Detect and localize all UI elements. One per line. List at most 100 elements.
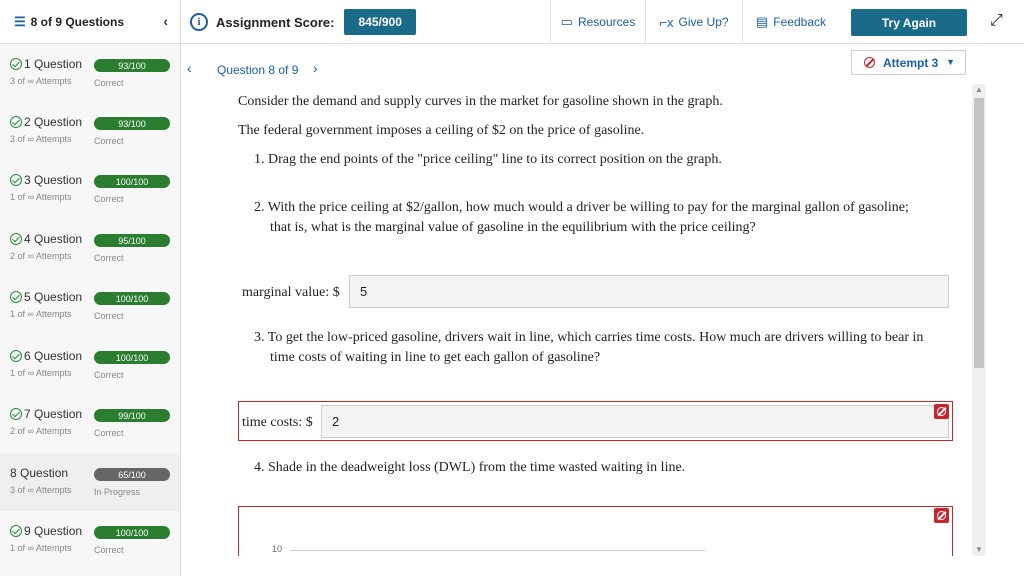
check-icon: [10, 291, 22, 303]
expand-icon[interactable]: ⤢: [990, 12, 1003, 30]
question-title: 1 Question: [24, 57, 83, 71]
sidebar-item-question-6[interactable]: 6 Question 1 of ∞ Attempts 100/100 Corre…: [0, 336, 180, 394]
marginal-value-label: marginal value: $: [242, 285, 340, 300]
status-text: Correct: [94, 545, 124, 555]
check-icon: [10, 58, 22, 70]
attempts-count: 3 of ∞ Attempts: [10, 76, 72, 86]
attempts-count: 1 of ∞ Attempts: [10, 309, 72, 319]
give-up-icon: ⌐x: [659, 14, 674, 30]
collapse-sidebar-icon[interactable]: ‹: [163, 13, 168, 29]
score-pill: 95/100: [94, 234, 170, 247]
sidebar-item-question-9[interactable]: 9 Question 1 of ∞ Attempts 100/100 Corre…: [0, 511, 180, 569]
question-title: 5 Question: [24, 290, 83, 304]
score-pill: 100/100: [94, 526, 170, 539]
attempt-dropdown[interactable]: Attempt 3 ▼: [851, 50, 966, 75]
check-icon: [10, 408, 22, 420]
question-sidebar: 1 Question 3 of ∞ Attempts 93/100 Correc…: [0, 44, 181, 576]
check-icon: [10, 174, 22, 186]
error-icon: [934, 508, 949, 523]
check-icon: [10, 525, 22, 537]
attempts-count: 2 of ∞ Attempts: [10, 251, 72, 261]
attempts-count: 3 of ∞ Attempts: [10, 485, 72, 495]
check-icon: [10, 233, 22, 245]
scroll-up-icon[interactable]: ▲: [975, 85, 983, 94]
graph-y-tick: 10: [272, 544, 283, 554]
part-3-line-1: 3. To get the low-priced gasoline, drive…: [254, 330, 924, 345]
content-scrollbar[interactable]: ▲ ▼: [972, 84, 986, 556]
question-title: 9 Question: [24, 524, 83, 538]
incorrect-icon: [864, 57, 875, 68]
attempts-count: 1 of ∞ Attempts: [10, 543, 72, 553]
attempts-count: 1 of ∞ Attempts: [10, 368, 72, 378]
status-text: Correct: [94, 428, 124, 438]
score-pill: 93/100: [94, 117, 170, 130]
give-up-button[interactable]: ⌐x Give Up?: [645, 0, 742, 44]
marginal-value-input[interactable]: 5: [349, 275, 949, 308]
folder-icon: ▭: [560, 14, 573, 29]
score-pill: 93/100: [94, 59, 170, 72]
sidebar-item-question-3[interactable]: 3 Question 1 of ∞ Attempts 100/100 Corre…: [0, 160, 180, 218]
question-nav-title: Question 8 of 9: [217, 63, 299, 77]
sidebar-item-question-8[interactable]: 8 Question 3 of ∞ Attempts 65/100 In Pro…: [0, 453, 180, 511]
scrollbar-thumb[interactable]: [974, 98, 984, 368]
status-text: Correct: [94, 78, 124, 88]
question-title: 4 Question: [24, 232, 83, 246]
chevron-down-icon: ▼: [946, 57, 955, 67]
part-2-line-1: 2. With the price ceiling at $2/gallon, …: [254, 200, 909, 215]
feedback-button[interactable]: ▤ Feedback: [742, 0, 839, 44]
question-content: Consider the demand and supply curves in…: [230, 84, 972, 556]
next-question-icon[interactable]: ›: [313, 60, 318, 76]
assignment-score: i Assignment Score: 845/900: [190, 8, 416, 36]
top-bar: ☰ 8 of 9 Questions ‹ i Assignment Score:…: [0, 0, 1024, 44]
try-again-button[interactable]: Try Again: [851, 9, 967, 36]
sidebar-item-question-5[interactable]: 5 Question 1 of ∞ Attempts 100/100 Corre…: [0, 277, 180, 335]
time-costs-label: time costs: $: [242, 415, 313, 430]
part-4-text: 4. Shade in the deadweight loss (DWL) fr…: [254, 460, 686, 475]
check-icon: [10, 116, 22, 128]
question-count: 8 of 9 Questions: [30, 15, 125, 29]
score-pill: 100/100: [94, 175, 170, 188]
score-pill: 100/100: [94, 292, 170, 305]
info-icon[interactable]: i: [190, 13, 208, 31]
attempt-label: Attempt 3: [883, 55, 939, 70]
attempts-count: 2 of ∞ Attempts: [10, 426, 72, 436]
sidebar-item-question-4[interactable]: 4 Question 2 of ∞ Attempts 95/100 Correc…: [0, 219, 180, 277]
question-title: 3 Question: [24, 173, 83, 187]
part-1-text: 1. Drag the end points of the "price cei…: [254, 152, 722, 167]
status-text: Correct: [94, 136, 124, 146]
sidebar-item-question-7[interactable]: 7 Question 2 of ∞ Attempts 99/100 Correc…: [0, 394, 180, 452]
score-badge: 845/900: [344, 9, 416, 35]
question-title: 7 Question: [24, 407, 83, 421]
part-2-line-2: that is, what is the marginal value of g…: [270, 220, 756, 235]
give-up-label: Give Up?: [678, 15, 729, 29]
list-icon: ☰: [14, 14, 26, 29]
score-label: Assignment Score:: [216, 14, 335, 30]
question-title: 8 Question: [10, 466, 69, 480]
status-text: Correct: [94, 370, 124, 380]
question-count-header[interactable]: ☰ 8 of 9 Questions ‹: [0, 0, 181, 44]
check-icon: [10, 350, 22, 362]
attempts-count: 1 of ∞ Attempts: [10, 192, 72, 202]
status-text: Correct: [94, 311, 124, 321]
sidebar-item-question-1[interactable]: 1 Question 3 of ∞ Attempts 93/100 Correc…: [0, 44, 180, 102]
graph-gridline: [290, 550, 705, 551]
question-title: 2 Question: [24, 115, 83, 129]
score-pill: 99/100: [94, 409, 170, 422]
part-3-line-2: time costs of waiting in line to get eac…: [270, 350, 601, 365]
scroll-down-icon[interactable]: ▼: [975, 545, 983, 554]
feedback-label: Feedback: [773, 15, 826, 29]
score-pill: 65/100: [94, 468, 170, 481]
intro-text: Consider the demand and supply curves in…: [238, 94, 723, 109]
status-text: In Progress: [94, 487, 141, 497]
ceiling-text: The federal government imposes a ceiling…: [238, 123, 645, 138]
attempts-count: 3 of ∞ Attempts: [10, 134, 72, 144]
resources-label: Resources: [577, 15, 636, 29]
error-icon: [934, 404, 949, 419]
time-costs-input[interactable]: 2: [321, 405, 949, 438]
resources-button[interactable]: ▭ Resources: [550, 0, 645, 44]
sidebar-item-question-2[interactable]: 2 Question 3 of ∞ Attempts 93/100 Correc…: [0, 102, 180, 160]
graph-error-box: [238, 506, 953, 556]
score-pill: 100/100: [94, 351, 170, 364]
status-text: Correct: [94, 194, 124, 204]
previous-question-icon[interactable]: ‹: [187, 60, 192, 76]
